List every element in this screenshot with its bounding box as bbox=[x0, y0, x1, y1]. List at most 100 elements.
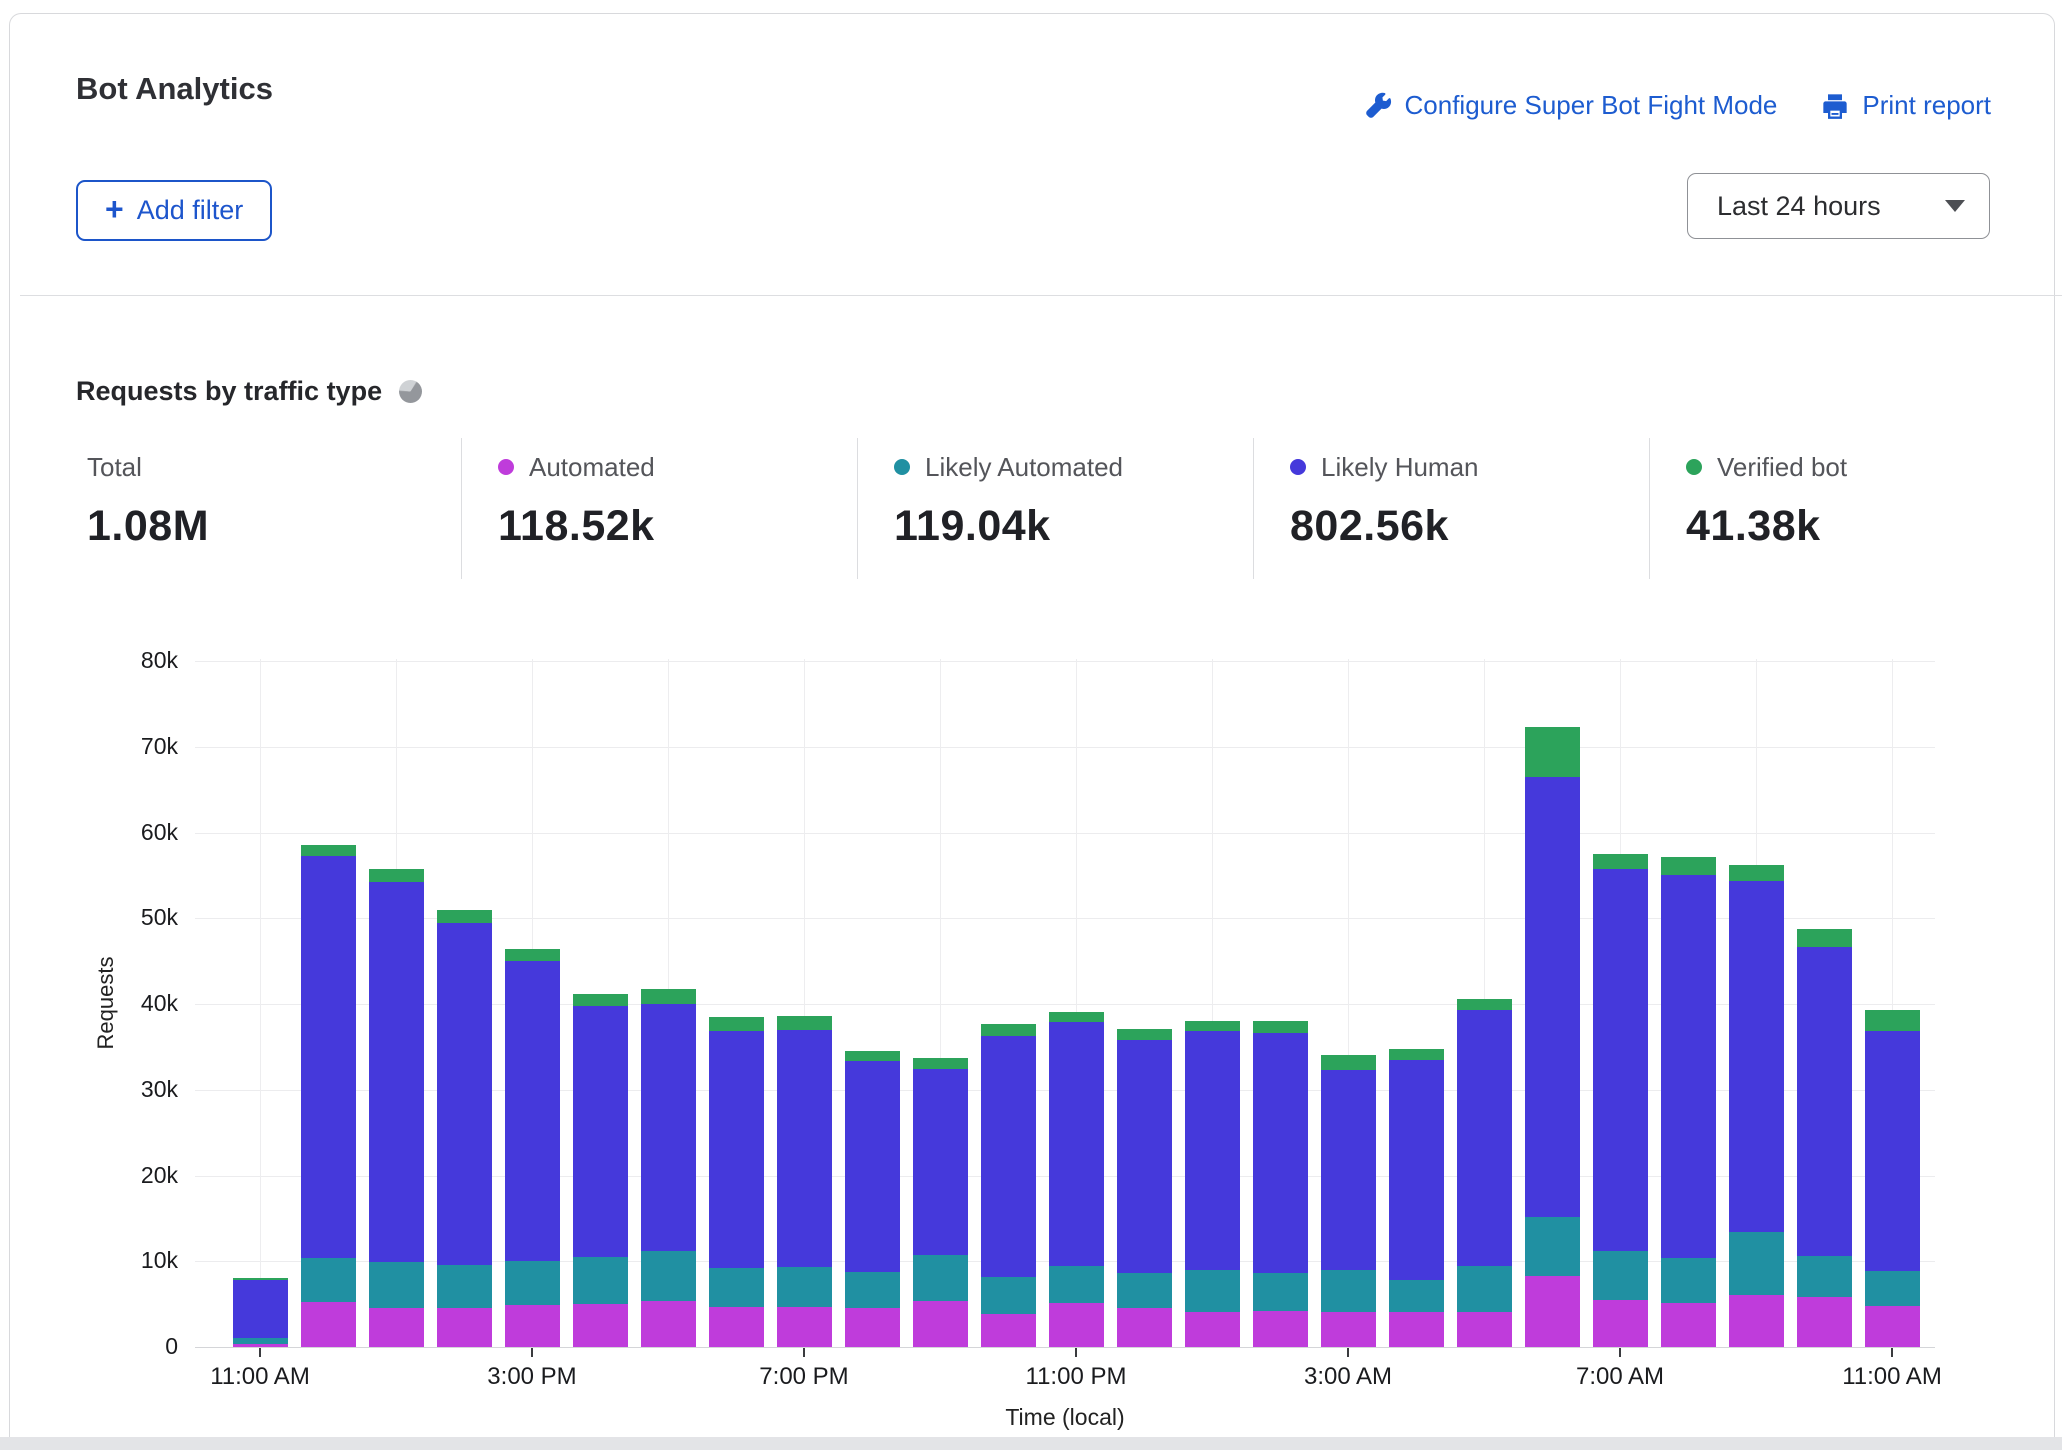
stat-label: Likely Human bbox=[1321, 452, 1479, 483]
segment-automated bbox=[1389, 1312, 1444, 1347]
bar-hour-18 bbox=[1457, 999, 1512, 1347]
x-tick-label: 7:00 AM bbox=[1510, 1363, 1730, 1391]
segment-likely-automated bbox=[573, 1257, 628, 1304]
segment-verified-bot bbox=[301, 845, 356, 856]
stat-label: Verified bot bbox=[1717, 452, 1847, 483]
segment-likely-automated bbox=[301, 1258, 356, 1303]
segment-likely-human bbox=[709, 1031, 764, 1268]
gridline-horizontal bbox=[195, 918, 1935, 919]
segment-likely-human bbox=[845, 1061, 900, 1271]
y-tick-label: 70k bbox=[10, 733, 178, 760]
stat-label: Likely Automated bbox=[925, 452, 1123, 483]
segment-likely-automated bbox=[1185, 1270, 1240, 1312]
time-range-select[interactable]: Last 24 hours bbox=[1687, 173, 1990, 239]
segment-likely-human bbox=[301, 856, 356, 1258]
bar-hour-17 bbox=[1389, 1049, 1444, 1347]
y-tick-label: 30k bbox=[10, 1076, 178, 1103]
pie-chart-icon bbox=[399, 380, 422, 403]
chevron-down-icon bbox=[1945, 200, 1965, 212]
y-tick-label: 20k bbox=[10, 1162, 178, 1189]
print-report-link[interactable]: Print report bbox=[1821, 90, 1991, 121]
gridline-vertical bbox=[668, 659, 669, 1347]
segment-likely-human bbox=[1253, 1033, 1308, 1273]
bar-hour-8 bbox=[777, 1016, 832, 1347]
stat-value: 119.04k bbox=[894, 502, 1253, 551]
segment-automated bbox=[641, 1301, 696, 1347]
segment-verified-bot bbox=[1049, 1012, 1104, 1022]
time-range-value: Last 24 hours bbox=[1717, 191, 1881, 222]
segment-verified-bot bbox=[1661, 857, 1716, 874]
segment-automated bbox=[573, 1304, 628, 1347]
x-tick-mark bbox=[1891, 1348, 1893, 1357]
segment-automated bbox=[1593, 1300, 1648, 1347]
gridline-horizontal bbox=[195, 1347, 1935, 1348]
bar-hour-5 bbox=[573, 994, 628, 1347]
bar-hour-15 bbox=[1253, 1021, 1308, 1347]
bar-hour-23 bbox=[1797, 929, 1852, 1347]
add-filter-label: Add filter bbox=[137, 195, 244, 226]
gridline-vertical bbox=[1076, 659, 1077, 1347]
segment-likely-automated bbox=[505, 1261, 560, 1305]
segment-verified-bot bbox=[1593, 854, 1648, 869]
stat-value: 1.08M bbox=[87, 502, 461, 551]
segment-likely-human bbox=[1321, 1070, 1376, 1270]
segment-likely-human bbox=[1661, 875, 1716, 1258]
segment-likely-automated bbox=[369, 1262, 424, 1307]
segment-likely-automated bbox=[1661, 1258, 1716, 1303]
gridline-horizontal bbox=[195, 661, 1935, 662]
x-tick-mark bbox=[531, 1348, 533, 1357]
segment-automated bbox=[777, 1307, 832, 1347]
page-title: Bot Analytics bbox=[76, 71, 273, 107]
segment-likely-human bbox=[913, 1069, 968, 1255]
configure-link-label: Configure Super Bot Fight Mode bbox=[1405, 90, 1778, 121]
plus-icon: + bbox=[105, 193, 124, 225]
segment-verified-bot bbox=[369, 869, 424, 882]
segment-likely-human bbox=[1593, 869, 1648, 1251]
segment-likely-automated bbox=[777, 1267, 832, 1306]
segment-verified-bot bbox=[437, 910, 492, 924]
segment-likely-automated bbox=[1253, 1273, 1308, 1311]
add-filter-button[interactable]: + Add filter bbox=[76, 180, 272, 241]
segment-likely-human bbox=[1797, 947, 1852, 1257]
stat-verified-bot: Verified bot41.38k bbox=[1649, 438, 1988, 579]
segment-likely-automated bbox=[1321, 1270, 1376, 1312]
segment-verified-bot bbox=[1117, 1029, 1172, 1040]
y-tick-label: 80k bbox=[10, 647, 178, 674]
gridline-horizontal bbox=[195, 833, 1935, 834]
stat-value: 118.52k bbox=[498, 502, 857, 551]
segment-likely-human bbox=[369, 882, 424, 1262]
stat-label: Total bbox=[87, 452, 142, 483]
legend-dot-likely-automated bbox=[894, 459, 910, 475]
bar-hour-14 bbox=[1185, 1021, 1240, 1347]
legend-dot-verified-bot bbox=[1686, 459, 1702, 475]
y-tick-label: 60k bbox=[10, 819, 178, 846]
segment-likely-human bbox=[641, 1004, 696, 1251]
segment-verified-bot bbox=[1389, 1049, 1444, 1060]
header-divider bbox=[20, 295, 2062, 296]
segment-automated bbox=[505, 1305, 560, 1347]
bar-hour-2 bbox=[369, 869, 424, 1347]
segment-automated bbox=[709, 1307, 764, 1347]
header-links: Configure Super Bot Fight Mode Print rep… bbox=[1365, 90, 1991, 121]
segment-automated bbox=[1321, 1312, 1376, 1347]
segment-likely-human bbox=[573, 1006, 628, 1257]
x-tick-mark bbox=[1347, 1348, 1349, 1357]
bar-hour-3 bbox=[437, 910, 492, 1347]
segment-likely-automated bbox=[1525, 1217, 1580, 1276]
segment-likely-human bbox=[1185, 1031, 1240, 1269]
configure-super-bot-fight-mode-link[interactable]: Configure Super Bot Fight Mode bbox=[1365, 90, 1778, 121]
segment-automated bbox=[1049, 1303, 1104, 1347]
segment-verified-bot bbox=[1185, 1021, 1240, 1031]
segment-verified-bot bbox=[641, 989, 696, 1004]
page: Bot Analytics Configure Super Bot Fight … bbox=[0, 0, 2062, 1450]
segment-automated bbox=[981, 1314, 1036, 1347]
segment-likely-automated bbox=[709, 1268, 764, 1307]
segment-verified-bot bbox=[981, 1024, 1036, 1036]
traffic-type-stats: Total1.08MAutomated118.52kLikely Automat… bbox=[76, 438, 1988, 579]
bar-hour-7 bbox=[709, 1017, 764, 1347]
y-tick-label: 50k bbox=[10, 904, 178, 931]
segment-likely-human bbox=[1729, 881, 1784, 1233]
bar-hour-24 bbox=[1865, 1010, 1920, 1347]
gridline-vertical bbox=[1212, 659, 1213, 1347]
gridline-vertical bbox=[1484, 659, 1485, 1347]
